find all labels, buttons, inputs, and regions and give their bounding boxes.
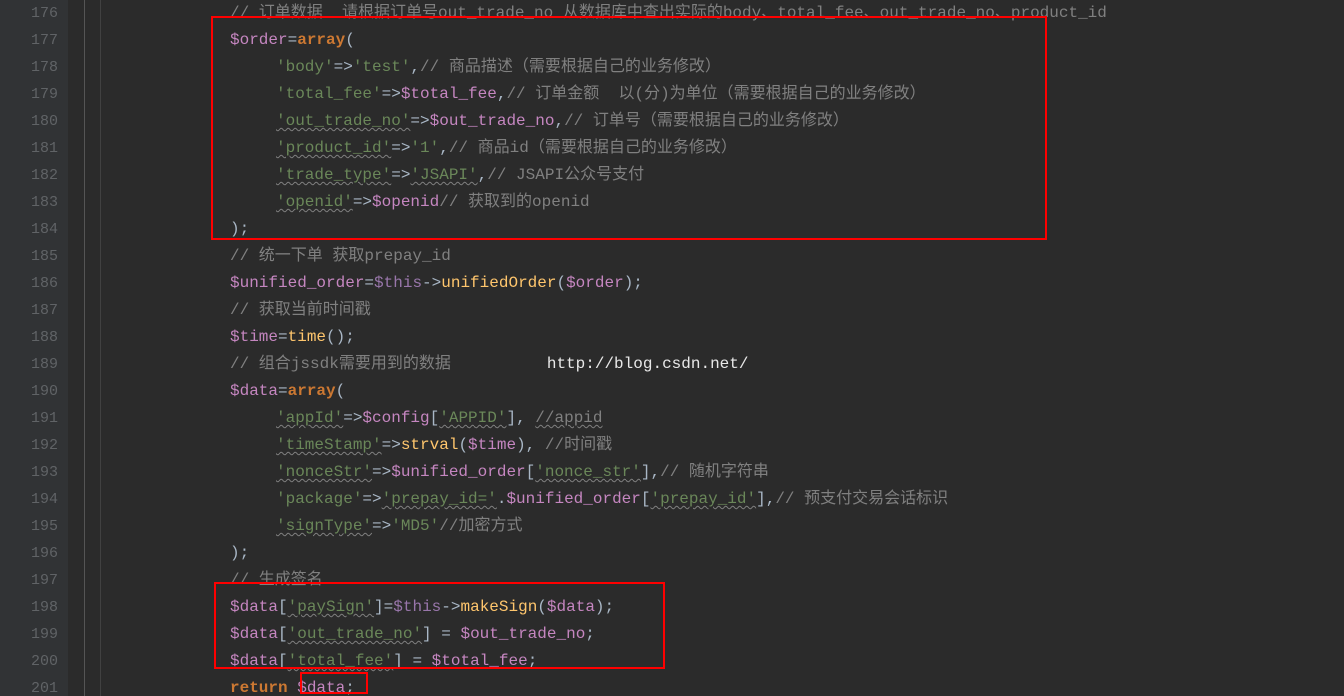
code-line[interactable]: $data['total_fee'] = $total_fee; [100, 648, 1344, 675]
code-line[interactable]: 'body'=>'test',// 商品描述（需要根据自己的业务修改） [100, 54, 1344, 81]
line-number: 185 [0, 243, 58, 270]
code-area[interactable]: // 订单数据 请根据订单号out_trade_no 从数据库中查出实际的bod… [100, 0, 1344, 696]
code-line[interactable]: 'timeStamp'=>strval($time), //时间戳 [100, 432, 1344, 459]
line-number: 191 [0, 405, 58, 432]
code-line[interactable]: $time=time(); [100, 324, 1344, 351]
line-number: 182 [0, 162, 58, 189]
code-line[interactable]: $data['out_trade_no'] = $out_trade_no; [100, 621, 1344, 648]
line-number: 189 [0, 351, 58, 378]
line-number: 177 [0, 27, 58, 54]
code-editor[interactable]: 176 177 178 179 180 181 182 183 184 185 … [0, 0, 1344, 696]
line-number: 194 [0, 486, 58, 513]
code-line[interactable]: $unified_order=$this->unifiedOrder($orde… [100, 270, 1344, 297]
line-number: 180 [0, 108, 58, 135]
line-number: 200 [0, 648, 58, 675]
line-number: 176 [0, 0, 58, 27]
line-number: 181 [0, 135, 58, 162]
code-line[interactable]: ); [100, 540, 1344, 567]
line-number: 186 [0, 270, 58, 297]
line-number: 196 [0, 540, 58, 567]
code-line[interactable]: 'appId'=>$config['APPID'], //appid [100, 405, 1344, 432]
comment: // 订单数据 请根据订单号out_trade_no 从数据库中查出实际的bod… [230, 4, 1107, 22]
line-number: 183 [0, 189, 58, 216]
code-line[interactable]: $order=array( [100, 27, 1344, 54]
code-line[interactable]: 'signType'=>'MD5'//加密方式 [100, 513, 1344, 540]
line-number: 188 [0, 324, 58, 351]
keyword: array [297, 31, 345, 49]
fold-gutter [68, 0, 101, 696]
line-number: 190 [0, 378, 58, 405]
code-line[interactable]: 'openid'=>$openid// 获取到的openid [100, 189, 1344, 216]
code-line[interactable]: 'out_trade_no'=>$out_trade_no,// 订单号（需要根… [100, 108, 1344, 135]
line-number: 198 [0, 594, 58, 621]
line-number: 193 [0, 459, 58, 486]
line-number: 197 [0, 567, 58, 594]
line-number: 199 [0, 621, 58, 648]
code-line[interactable]: 'package'=>'prepay_id='.$unified_order['… [100, 486, 1344, 513]
watermark-url: http://blog.csdn.net/ [547, 355, 749, 373]
code-line[interactable]: // 统一下单 获取prepay_id [100, 243, 1344, 270]
code-line[interactable]: 'trade_type'=>'JSAPI',// JSAPI公众号支付 [100, 162, 1344, 189]
code-line[interactable]: // 生成签名 [100, 567, 1344, 594]
line-number-gutter: 176 177 178 179 180 181 182 183 184 185 … [0, 0, 68, 696]
code-line[interactable]: // 订单数据 请根据订单号out_trade_no 从数据库中查出实际的bod… [100, 0, 1344, 27]
line-number: 184 [0, 216, 58, 243]
code-line[interactable]: $data['paySign']=$this->makeSign($data); [100, 594, 1344, 621]
code-line[interactable]: $data=array( [100, 378, 1344, 405]
code-line[interactable]: ); [100, 216, 1344, 243]
line-number: 187 [0, 297, 58, 324]
code-line[interactable]: 'total_fee'=>$total_fee,// 订单金额 以(分)为单位（… [100, 81, 1344, 108]
code-line[interactable]: // 获取当前时间戳 [100, 297, 1344, 324]
line-number: 179 [0, 81, 58, 108]
line-number: 192 [0, 432, 58, 459]
code-line[interactable]: 'product_id'=>'1',// 商品id（需要根据自己的业务修改） [100, 135, 1344, 162]
variable: $order [230, 31, 288, 49]
code-line[interactable]: return $data; [100, 675, 1344, 696]
line-number: 201 [0, 675, 58, 696]
line-number: 178 [0, 54, 58, 81]
line-number: 195 [0, 513, 58, 540]
code-line[interactable]: 'nonceStr'=>$unified_order['nonce_str'],… [100, 459, 1344, 486]
fold-guide [84, 0, 85, 696]
code-line[interactable]: // 组合jssdk需要用到的数据 http://blog.csdn.net/ [100, 351, 1344, 378]
